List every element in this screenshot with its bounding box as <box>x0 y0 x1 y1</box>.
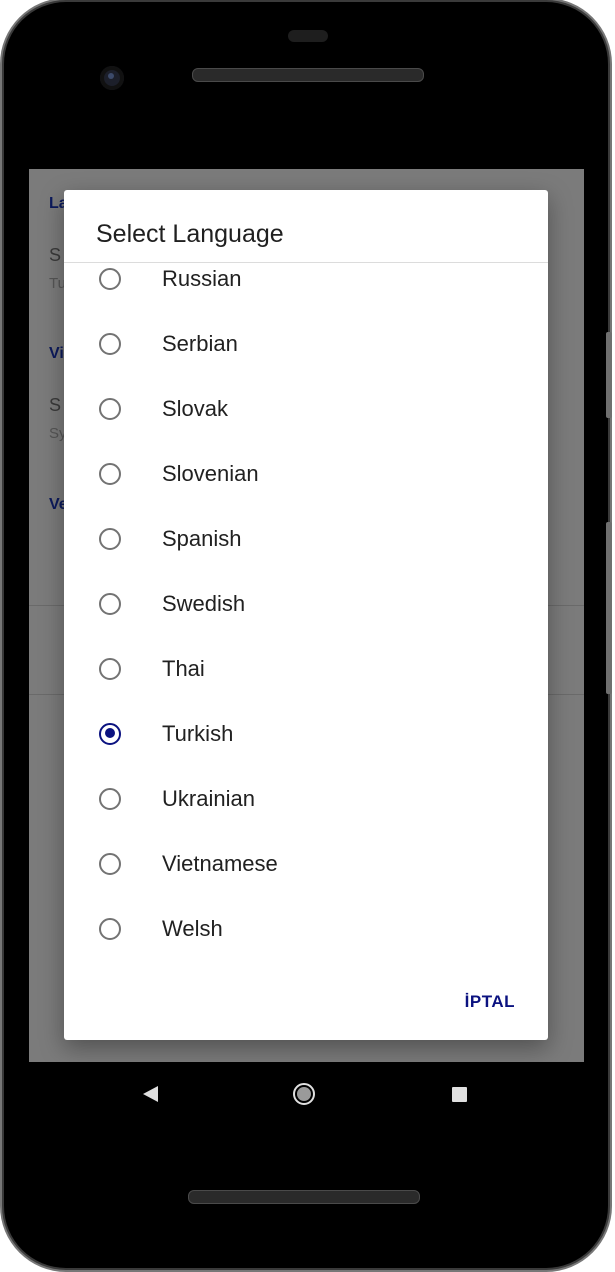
language-option-label: Russian <box>162 265 242 291</box>
radio-unchecked-icon[interactable] <box>99 657 121 680</box>
radio-unchecked-icon[interactable] <box>99 852 121 875</box>
radio-unchecked-icon[interactable] <box>99 267 121 290</box>
radio-unchecked-icon[interactable] <box>99 917 121 940</box>
language-option[interactable]: Russian <box>64 246 548 311</box>
language-option[interactable]: Swedish <box>64 571 548 636</box>
language-option-label: Spanish <box>162 525 242 551</box>
language-option[interactable]: Ukrainian <box>64 766 548 831</box>
language-option[interactable]: Slovak <box>64 376 548 441</box>
language-option-label: Vietnamese <box>162 850 278 876</box>
earpiece <box>288 30 328 42</box>
language-option-label: Thai <box>162 655 205 681</box>
language-option[interactable]: Serbian <box>64 311 548 376</box>
radio-unchecked-icon[interactable] <box>99 787 121 810</box>
radio-unchecked-icon[interactable] <box>99 332 121 355</box>
recents-square-icon[interactable] <box>452 1087 467 1102</box>
radio-unchecked-icon[interactable] <box>99 462 121 485</box>
language-option-label: Slovak <box>162 395 229 421</box>
bottom-speaker-grille <box>188 1190 420 1204</box>
radio-unchecked-icon[interactable] <box>99 527 121 550</box>
cancel-button[interactable]: İPTAL <box>465 992 515 1012</box>
volume-button <box>606 522 612 694</box>
front-camera-icon <box>100 66 124 90</box>
language-option[interactable]: Spanish <box>64 506 548 571</box>
power-button <box>606 332 612 418</box>
language-option-label: Serbian <box>162 330 238 356</box>
language-option[interactable]: Vietnamese <box>64 831 548 896</box>
language-option-label: Welsh <box>162 915 223 941</box>
language-option[interactable]: Welsh <box>64 896 548 961</box>
language-option-label: Swedish <box>162 590 246 616</box>
bg-item-title-language[interactable]: S <box>49 245 61 266</box>
language-option[interactable]: Slovenian <box>64 441 548 506</box>
bg-item-title-theme[interactable]: S <box>49 395 61 416</box>
home-circle-icon[interactable] <box>293 1083 315 1105</box>
language-option-label: Slovenian <box>162 460 259 486</box>
dialog-title: Select Language <box>96 220 284 248</box>
language-option[interactable]: Thai <box>64 636 548 701</box>
radio-checked-icon[interactable] <box>99 722 121 745</box>
select-language-dialog: Select Language Russian Serbian Slovak S… <box>64 190 548 1040</box>
title-divider <box>64 262 548 263</box>
back-triangle-icon[interactable] <box>143 1086 158 1102</box>
radio-unchecked-icon[interactable] <box>99 592 121 615</box>
language-option-label: Ukrainian <box>162 785 255 811</box>
navigation-bar <box>29 1062 584 1126</box>
bg-section-header-view: Vi <box>49 345 64 362</box>
language-option-label: Turkish <box>162 720 234 746</box>
language-option-selected[interactable]: Turkish <box>64 701 548 766</box>
radio-unchecked-icon[interactable] <box>99 397 121 420</box>
top-speaker-grille <box>192 68 424 82</box>
